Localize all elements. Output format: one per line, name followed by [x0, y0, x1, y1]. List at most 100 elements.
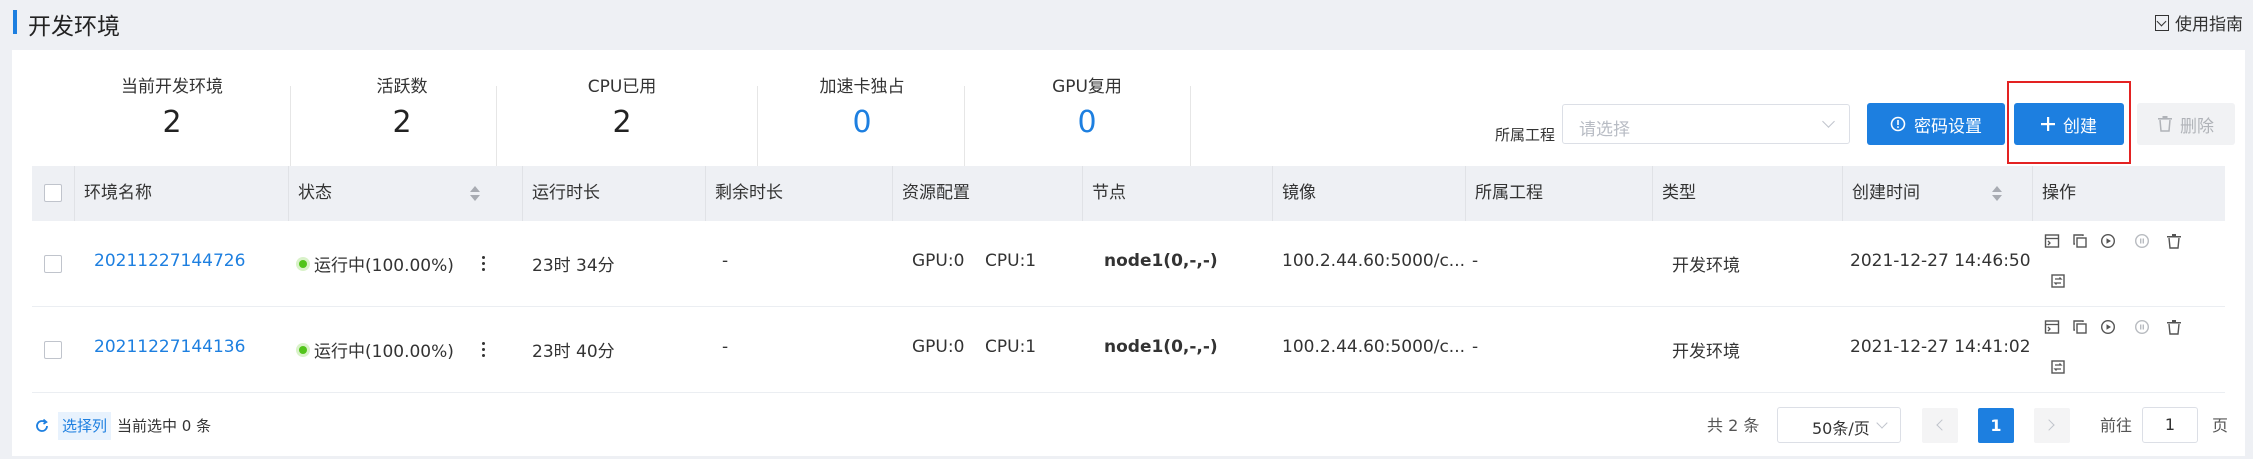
next-page-button[interactable] — [2034, 408, 2070, 443]
page-number-current[interactable]: 1 — [1978, 408, 2014, 443]
column-header-image: 镜像 — [1282, 183, 1316, 203]
cpu-config: CPU:1 — [985, 337, 1037, 357]
stat-divider — [496, 86, 497, 168]
page-title: 开发环境 — [28, 14, 120, 40]
chevron-down-icon — [1876, 417, 1888, 429]
more-options-icon[interactable] — [482, 256, 486, 272]
title-accent-bar — [13, 10, 17, 34]
gpu-config: GPU:0 — [912, 251, 965, 271]
row-checkbox[interactable] — [44, 341, 62, 359]
chevron-left-icon — [1936, 419, 1948, 431]
main-panel: 当前开发环境 2 活跃数 2 CPU已用 2 加速卡独占 0 GPU复用 0 所… — [12, 50, 2245, 456]
more-options-icon[interactable] — [482, 342, 486, 358]
refresh-icon[interactable] — [34, 418, 50, 434]
project-select-placeholder: 请选择 — [1579, 120, 1630, 140]
switch-icon[interactable] — [2050, 273, 2066, 289]
stat-label: 加速卡独占 — [819, 77, 905, 97]
stat-value: 2 — [612, 105, 632, 140]
page-header: 开发环境 使用指南 — [0, 0, 2253, 46]
column-header-actions: 操作 — [2042, 183, 2076, 203]
column-header-name: 环境名称 — [84, 183, 152, 203]
stat-cpu-used: CPU已用 2 — [512, 68, 732, 150]
trash-icon — [2158, 116, 2172, 132]
trash-icon[interactable] — [2166, 233, 2182, 249]
prev-page-button[interactable] — [1922, 408, 1958, 443]
project-filter-label: 所属工程 — [1495, 126, 1556, 144]
node-text: node1(0,-,-) — [1104, 337, 1218, 357]
project-text: - — [1472, 337, 1479, 357]
stat-value: 2 — [162, 105, 182, 140]
stat-value: 0 — [1077, 105, 1097, 140]
env-name-link[interactable]: 20211227144726 — [94, 251, 245, 271]
type-text: 开发环境 — [1672, 342, 1740, 362]
node-text: node1(0,-,-) — [1104, 251, 1218, 271]
sort-icon[interactable] — [470, 186, 480, 202]
running-status-dot — [299, 260, 307, 268]
status-text: 运行中(100.00%) — [314, 256, 454, 276]
stat-divider — [290, 86, 291, 168]
column-header-resources: 资源配置 — [902, 183, 970, 203]
created-time-text: 2021-12-27 14:46:50 — [1850, 251, 2031, 271]
table-row: 20211227144136 运行中(100.00%) 23时 40分 - GP… — [32, 307, 2225, 393]
copy-icon[interactable] — [2072, 319, 2088, 335]
stat-divider — [1190, 86, 1191, 168]
column-header-status[interactable]: 状态 — [288, 166, 332, 221]
trash-icon[interactable] — [2166, 319, 2182, 335]
delete-label: 删除 — [2180, 116, 2214, 137]
sort-icon[interactable] — [1992, 186, 2002, 202]
terminal-icon[interactable] — [2044, 319, 2060, 335]
table-row: 20211227144726 运行中(100.00%) 23时 34分 - GP… — [32, 221, 2225, 307]
column-header-node: 节点 — [1092, 183, 1126, 203]
stat-accelerator-exclusive: 加速卡独占 0 — [762, 68, 962, 150]
chevron-right-icon — [2043, 419, 2055, 431]
running-status-dot — [299, 346, 307, 354]
project-select[interactable]: 请选择 — [1562, 104, 1850, 144]
stat-divider — [757, 86, 758, 168]
goto-label: 前往 — [2100, 416, 2133, 435]
image-text: 100.2.44.60:5000/c... — [1282, 337, 1466, 357]
env-name-link[interactable]: 20211227144136 — [94, 337, 245, 357]
stat-active: 活跃数 2 — [302, 68, 502, 150]
stat-value: 2 — [392, 105, 412, 140]
switch-icon[interactable] — [2050, 359, 2066, 375]
goto-suffix: 页 — [2212, 416, 2229, 435]
stat-label: CPU已用 — [587, 77, 657, 97]
create-button[interactable]: 创建 — [2014, 103, 2124, 145]
stat-label: GPU复用 — [1052, 77, 1122, 97]
start-icon[interactable] — [2100, 319, 2116, 335]
column-header-created[interactable]: 创建时间 — [1842, 166, 1920, 221]
pause-icon[interactable] — [2134, 319, 2150, 335]
column-header-project: 所属工程 — [1475, 183, 1543, 203]
stat-value: 0 — [852, 105, 872, 140]
table-header: 环境名称 状态 运行时长 剩余时长 资源配置 节点 镜像 所属工程 类型 创建时… — [32, 166, 2225, 221]
select-all-checkbox[interactable] — [44, 184, 62, 202]
password-settings-button[interactable]: 密码设置 — [1867, 103, 2005, 145]
start-icon[interactable] — [2100, 233, 2116, 249]
copy-icon[interactable] — [2072, 233, 2088, 249]
password-settings-label: 密码设置 — [1914, 116, 1982, 137]
delete-button[interactable]: 删除 — [2137, 103, 2235, 145]
info-circle-icon — [1890, 116, 1906, 132]
usage-guide-label: 使用指南 — [2175, 15, 2243, 35]
stat-current-envs: 当前开发环境 2 — [62, 68, 282, 150]
usage-guide-link[interactable]: 使用指南 — [2155, 10, 2243, 35]
page-size-select[interactable]: 50条/页 — [1777, 407, 1901, 443]
stat-label: 活跃数 — [376, 77, 428, 97]
page-size-value: 50条/页 — [1812, 419, 1870, 438]
column-header-runtime: 运行时长 — [532, 183, 600, 203]
stat-gpu-shared: GPU复用 0 — [987, 68, 1187, 150]
cpu-config: CPU:1 — [985, 251, 1037, 271]
chevron-down-icon — [1822, 115, 1835, 128]
row-checkbox[interactable] — [44, 255, 62, 273]
project-text: - — [1472, 251, 1479, 271]
stat-divider — [964, 86, 965, 168]
remaining-text: - — [722, 251, 729, 271]
terminal-icon[interactable] — [2044, 233, 2060, 249]
runtime-text: 23时 34分 — [532, 256, 615, 276]
goto-page-input[interactable]: 1 — [2142, 407, 2198, 443]
type-text: 开发环境 — [1672, 256, 1740, 276]
create-label: 创建 — [2063, 116, 2097, 137]
pause-icon[interactable] — [2134, 233, 2150, 249]
image-text: 100.2.44.60:5000/c... — [1282, 251, 1466, 271]
select-columns-button[interactable]: 选择列 — [58, 412, 112, 440]
